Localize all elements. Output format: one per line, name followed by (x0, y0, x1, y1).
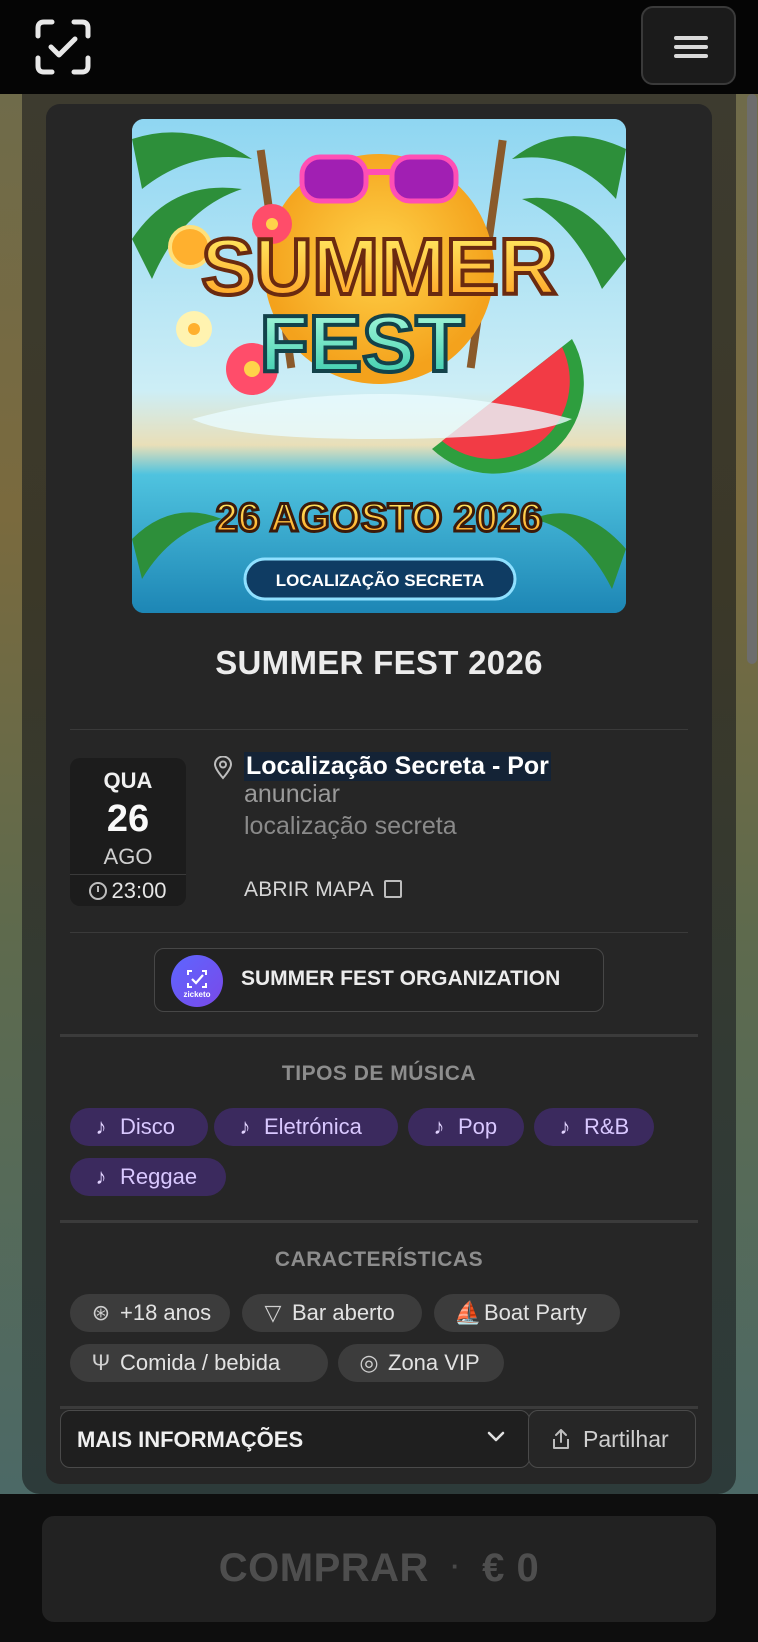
music-chip-label: Eletrónica (264, 1114, 362, 1139)
music-section-label: TIPOS DE MÚSICA (281, 1062, 477, 1085)
feature-chip-label: Boat Party (484, 1300, 587, 1325)
music-note-icon: ♪ (239, 1114, 251, 1139)
music-chip-pop[interactable]: ♪ Pop (408, 1108, 524, 1146)
music-note-icon: ♪ (559, 1114, 571, 1139)
buy-separator: · (450, 1551, 461, 1581)
poster-headline-2: FEST (260, 299, 465, 388)
feature-chip-boat[interactable]: ⛵ Boat Party (434, 1294, 620, 1332)
music-note-icon: ♪ (433, 1114, 445, 1139)
external-link-icon (383, 880, 402, 898)
footer-bar: COMPRAR · € 0 (0, 1494, 758, 1642)
feature-chip-18[interactable]: ⊛ +18 anos (70, 1294, 230, 1332)
music-chip-reggae[interactable]: ♪ Reggae (70, 1158, 226, 1196)
date-time-row: 23:00 (70, 874, 186, 906)
fork-knife-icon: Ψ (91, 1350, 111, 1375)
music-chip-disco[interactable]: ♪ Disco (70, 1108, 208, 1146)
music-note-icon: ♪ (95, 1164, 107, 1189)
share-icon (551, 1428, 571, 1450)
top-bar (0, 0, 758, 94)
organizer-name: SUMMER FEST ORGANIZATION (241, 967, 561, 990)
divider (60, 1406, 698, 1409)
menu-bar-icon (674, 54, 708, 58)
location-name: Localização Secreta - Por (244, 752, 551, 781)
more-info-label: MAIS INFORMAÇÕES (77, 1427, 304, 1452)
event-title: SUMMER FEST 2026 (215, 644, 543, 681)
feature-chip-vip[interactable]: ◎ Zona VIP (338, 1344, 504, 1382)
feature-chip-bar[interactable]: ▽ Bar aberto (242, 1294, 422, 1332)
share-button[interactable]: Partilhar (528, 1410, 696, 1468)
buy-label: COMPRAR (218, 1546, 429, 1590)
scrollbar-thumb[interactable] (747, 94, 757, 664)
poster-headline-1: SUMMER (201, 222, 557, 311)
organizer-avatar: zicketo (171, 955, 223, 1007)
divider (70, 729, 688, 730)
divider (70, 932, 688, 933)
date-time: 23:00 (111, 878, 167, 903)
feature-chip-label: Comida / bebida (120, 1350, 281, 1375)
feature-chip-food[interactable]: Ψ Comida / bebida (70, 1344, 328, 1382)
logo-icon[interactable] (34, 18, 92, 76)
organizer-avatar-text: zicketo (183, 990, 210, 999)
open-map-label: ABRIR MAPA (244, 878, 374, 901)
date-month: AGO (103, 844, 153, 869)
location-detail-1: anunciar (244, 780, 340, 808)
organizer-button[interactable]: zicketo SUMMER FEST ORGANIZATION (154, 948, 604, 1012)
share-label: Partilhar (583, 1426, 669, 1452)
chevron-down-icon (485, 1425, 507, 1447)
date-day: 26 (106, 798, 150, 840)
location-pin-icon (212, 755, 234, 780)
clock-icon (89, 882, 108, 900)
feature-chip-label: Bar aberto (292, 1300, 395, 1325)
music-chip-rnb[interactable]: ♪ R&B (534, 1108, 654, 1146)
music-chip-label: Reggae (120, 1164, 198, 1189)
more-info-toggle[interactable]: MAIS INFORMAÇÕES (60, 1410, 530, 1468)
event-date-box: QUA 26 AGO 23:00 (70, 758, 186, 906)
hamburger-menu-button[interactable] (641, 6, 736, 85)
event-card: SUMMER FEST 26 AGOSTO 2026 LOCALIZAÇÃO S… (46, 104, 712, 1484)
age-restriction-icon: ⊛ (91, 1300, 111, 1325)
buy-price: € 0 (482, 1546, 540, 1590)
feature-chip-label: Zona VIP (388, 1350, 480, 1375)
music-chip-eletronica[interactable]: ♪ Eletrónica (214, 1108, 398, 1146)
music-note-icon: ♪ (95, 1114, 107, 1139)
cocktail-glass-icon: ▽ (264, 1300, 282, 1325)
open-map-link[interactable]: ABRIR MAPA (244, 878, 402, 902)
poster-location-badge: LOCALIZAÇÃO SECRETA (276, 570, 484, 590)
music-chip-label: Disco (120, 1114, 176, 1139)
menu-bar-icon (674, 36, 708, 40)
features-section-label: CARACTERÍSTICAS (274, 1248, 484, 1271)
date-weekday: QUA (103, 768, 153, 793)
vip-badge-icon: ◎ (359, 1350, 379, 1375)
event-poster-image[interactable]: SUMMER FEST 26 AGOSTO 2026 LOCALIZAÇÃO S… (132, 119, 626, 613)
location-detail-2: localização secreta (244, 812, 457, 840)
poster-date: 26 AGOSTO 2026 (216, 496, 543, 540)
menu-bar-icon (674, 45, 708, 49)
buy-button[interactable]: COMPRAR · € 0 (42, 1516, 716, 1622)
music-chip-label: Pop (458, 1114, 498, 1139)
music-chip-label: R&B (584, 1114, 630, 1139)
scrollbar[interactable] (744, 94, 758, 664)
divider (60, 1220, 698, 1223)
feature-chip-label: +18 anos (120, 1300, 212, 1325)
divider (60, 1034, 698, 1037)
sailboat-icon: ⛵ (454, 1300, 482, 1325)
